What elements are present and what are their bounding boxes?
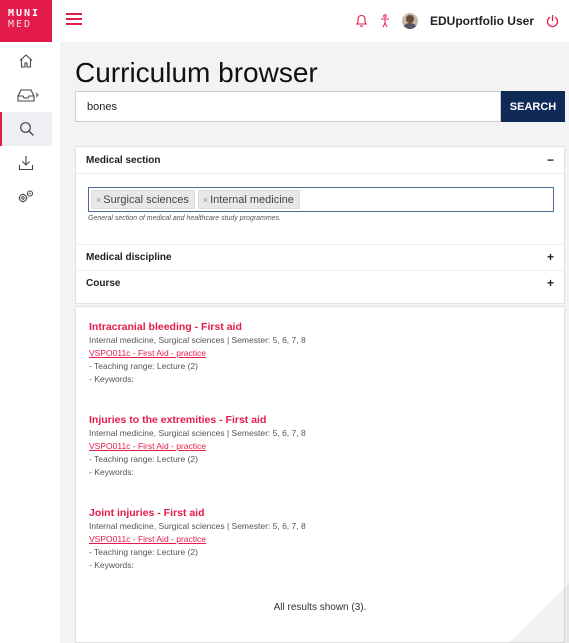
muni-med-logo[interactable]: MUNI MED xyxy=(0,0,52,42)
result-meta: Internal medicine, Surgical sciences | S… xyxy=(89,428,306,438)
result-teaching-range: - Teaching range: Lecture (2) xyxy=(89,454,198,464)
page-title: Curriculum browser xyxy=(75,57,318,88)
medical-section-header[interactable]: Medical section − xyxy=(76,147,564,173)
nav-settings[interactable] xyxy=(0,180,52,214)
top-right-actions: EDUportfolio User xyxy=(355,0,559,42)
medical-section-label: Medical section xyxy=(86,154,161,166)
medical-section-hint: General section of medical and healthcar… xyxy=(88,215,281,222)
result-course-link[interactable]: VSPO011c - First Aid - practice xyxy=(89,533,549,546)
result-course-link[interactable]: VSPO011c - First Aid - practice xyxy=(89,440,549,453)
logo-line-1: MUNI xyxy=(8,8,41,19)
home-icon xyxy=(18,53,34,69)
inbox-icon xyxy=(17,88,35,102)
remove-tag-icon[interactable]: × xyxy=(96,195,101,205)
accessibility-icon[interactable] xyxy=(380,14,390,28)
tag-label: Internal medicine xyxy=(210,193,294,206)
result-item: Intracranial bleeding - First aid Intern… xyxy=(89,320,549,386)
power-icon[interactable] xyxy=(546,14,559,28)
result-teaching-range: - Teaching range: Lecture (2) xyxy=(89,547,198,557)
result-item: Injuries to the extremities - First aid … xyxy=(89,413,549,479)
result-meta: Internal medicine, Surgical sciences | S… xyxy=(89,335,306,345)
nav-home[interactable] xyxy=(0,44,52,78)
nav-download[interactable] xyxy=(0,146,52,180)
top-bar: MUNI MED EDUportfolio User xyxy=(0,0,569,42)
course-header[interactable]: Course + xyxy=(76,270,564,296)
result-keywords: - Keywords: xyxy=(89,374,134,384)
result-title[interactable]: Intracranial bleeding - First aid xyxy=(89,320,549,334)
expand-toggle[interactable]: + xyxy=(547,276,554,290)
course-label: Course xyxy=(86,277,121,289)
result-item: Joint injuries - First aid Internal medi… xyxy=(89,506,549,572)
watermark-shape xyxy=(509,583,569,643)
medical-section-select[interactable]: × Surgical sciences × Internal medicine xyxy=(88,187,554,212)
search-button[interactable]: SEARCH xyxy=(501,91,565,122)
logo-line-2: MED xyxy=(8,19,33,30)
result-teaching-range: - Teaching range: Lecture (2) xyxy=(89,361,198,371)
result-course-link[interactable]: VSPO011c - First Aid - practice xyxy=(89,347,549,360)
search-icon xyxy=(19,121,35,137)
left-navigation xyxy=(0,42,52,643)
user-name[interactable]: EDUportfolio User xyxy=(430,14,534,28)
result-title[interactable]: Injuries to the extremities - First aid xyxy=(89,413,549,427)
download-icon xyxy=(18,155,34,171)
avatar[interactable] xyxy=(401,13,418,29)
result-keywords: - Keywords: xyxy=(89,467,134,477)
collapse-toggle[interactable]: − xyxy=(547,153,554,167)
submenu-caret-icon xyxy=(36,92,39,98)
hamburger-menu-icon[interactable] xyxy=(66,13,82,27)
result-title[interactable]: Joint injuries - First aid xyxy=(89,506,549,520)
medical-discipline-header[interactable]: Medical discipline + xyxy=(76,244,564,270)
search-input[interactable] xyxy=(75,91,501,122)
settings-icon xyxy=(17,189,35,205)
divider xyxy=(76,173,564,174)
result-keywords: - Keywords: xyxy=(89,560,134,570)
nav-inbox[interactable] xyxy=(0,78,52,112)
tag-surgical-sciences: × Surgical sciences xyxy=(91,190,195,209)
medical-discipline-label: Medical discipline xyxy=(86,251,172,263)
tag-internal-medicine: × Internal medicine xyxy=(197,190,300,209)
search-bar: SEARCH xyxy=(75,91,565,122)
bell-icon[interactable] xyxy=(355,14,368,28)
tag-label: Surgical sciences xyxy=(103,193,189,206)
nav-search[interactable] xyxy=(0,112,52,146)
main-content: Curriculum browser SEARCH Medical sectio… xyxy=(60,42,569,643)
result-meta: Internal medicine, Surgical sciences | S… xyxy=(89,521,306,531)
filter-panel: Medical section − × Surgical sciences × … xyxy=(75,146,565,304)
remove-tag-icon[interactable]: × xyxy=(203,195,208,205)
expand-toggle[interactable]: + xyxy=(547,250,554,264)
